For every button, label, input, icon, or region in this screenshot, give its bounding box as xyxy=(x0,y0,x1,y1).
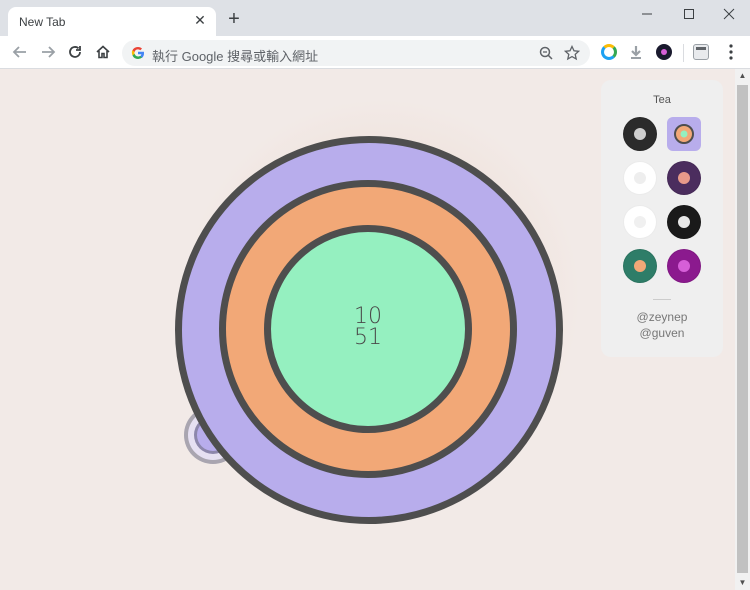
tab-new-tab[interactable]: New Tab ✕ xyxy=(8,7,216,36)
address-placeholder: 執行 Google 搜尋或輸入網址 xyxy=(152,49,319,64)
extension-color-icon[interactable] xyxy=(601,44,617,60)
swatch-disc xyxy=(667,205,701,239)
theme-swatch-forest[interactable] xyxy=(623,249,657,283)
maximize-icon xyxy=(684,9,694,19)
google-icon xyxy=(131,46,145,60)
reload-icon xyxy=(69,46,81,58)
credit-guven[interactable]: @guven xyxy=(601,326,723,340)
toolbar-divider xyxy=(683,44,684,62)
bookmark-star-icon[interactable] xyxy=(564,45,580,61)
panel-title: Tea xyxy=(653,94,671,106)
swatch-disc xyxy=(667,161,701,195)
back-button[interactable] xyxy=(8,40,32,64)
timer-seconds: 51 xyxy=(354,325,382,350)
title-bar: New Tab ✕ + xyxy=(0,0,750,36)
timer-display: 10 51 xyxy=(318,304,418,350)
theme-swatch-tea[interactable] xyxy=(667,117,701,151)
swatch-center xyxy=(678,260,690,272)
swatch-center xyxy=(678,216,690,228)
extension-tea-dot xyxy=(661,49,667,55)
new-tab-button[interactable]: + xyxy=(224,9,244,30)
swatch-disc xyxy=(623,249,657,283)
swatch-center xyxy=(634,172,646,184)
scroll-down-arrow-icon[interactable]: ▼ xyxy=(735,576,750,590)
swatch-disc xyxy=(623,161,657,195)
swatch-disc xyxy=(667,249,701,283)
home-button[interactable] xyxy=(91,40,115,64)
maximize-button[interactable] xyxy=(668,0,710,28)
theme-swatch-magenta[interactable] xyxy=(667,249,701,283)
arrow-right-icon xyxy=(42,46,56,58)
swatch-center xyxy=(680,130,688,138)
profile-avatar-icon[interactable] xyxy=(693,44,709,60)
scroll-thumb[interactable] xyxy=(737,85,748,573)
menu-dots-icon[interactable] xyxy=(722,42,740,62)
theme-swatch-dark[interactable] xyxy=(623,117,657,151)
swatch-center xyxy=(678,172,690,184)
theme-panel: Tea @zeynep @guven xyxy=(601,80,723,357)
scroll-up-arrow-icon[interactable]: ▲ xyxy=(735,69,750,83)
panel-divider xyxy=(653,299,671,300)
minimize-button[interactable] xyxy=(626,0,668,28)
zoom-icon[interactable] xyxy=(538,45,554,61)
tab-title: New Tab xyxy=(19,15,66,29)
avatar-line-icon xyxy=(696,47,706,50)
swatch-center xyxy=(634,216,646,228)
minimize-icon xyxy=(642,13,652,15)
home-icon xyxy=(96,45,110,59)
theme-swatch-white[interactable] xyxy=(623,161,657,195)
timer-minutes: 10 xyxy=(354,304,382,329)
close-icon xyxy=(723,8,735,20)
toolbar: 執行 Google 搜尋或輸入網址 xyxy=(0,36,750,69)
swatch-center xyxy=(634,260,646,272)
forward-button[interactable] xyxy=(36,40,60,64)
theme-swatch-snow[interactable] xyxy=(623,205,657,239)
arrow-left-icon xyxy=(12,46,26,58)
tab-close-icon[interactable]: ✕ xyxy=(192,12,208,28)
swatch-disc xyxy=(623,117,657,151)
theme-swatch-night[interactable] xyxy=(667,161,701,195)
vertical-scrollbar[interactable]: ▲ ▼ xyxy=(735,69,750,590)
reload-button[interactable] xyxy=(63,40,87,64)
download-icon[interactable] xyxy=(628,44,644,60)
swatch-center xyxy=(634,128,646,140)
close-window-button[interactable] xyxy=(708,0,750,28)
swatch-disc xyxy=(674,124,694,144)
address-bar[interactable]: 執行 Google 搜尋或輸入網址 xyxy=(122,40,590,66)
credit-zeynep[interactable]: @zeynep xyxy=(601,310,723,324)
swatch-disc xyxy=(623,205,657,239)
extension-tea-icon[interactable] xyxy=(656,44,672,60)
page-content: 10 51 Tea @zeynep @guven xyxy=(0,69,735,590)
theme-swatch-black[interactable] xyxy=(667,205,701,239)
